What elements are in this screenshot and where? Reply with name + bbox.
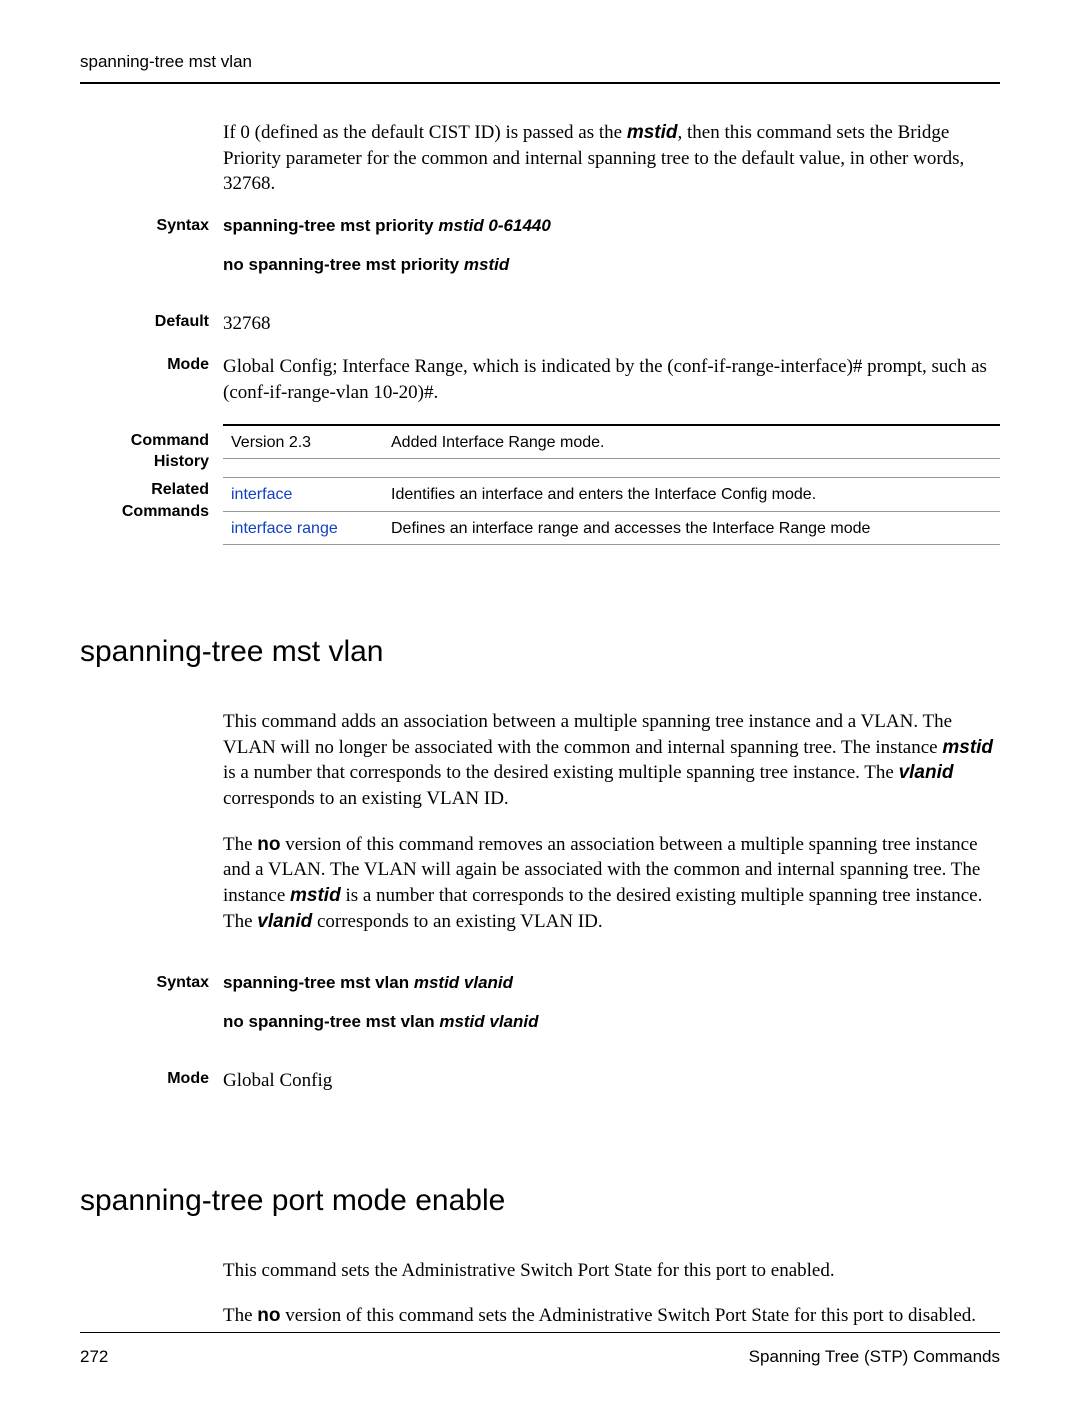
page-footer: 272 Spanning Tree (STP) Commands [80,1332,1000,1367]
syntax-row-priority: Syntax spanning-tree mst priority mstid … [80,215,1000,293]
section-title-port: spanning-tree port mode enable [80,1184,1000,1218]
syntax-line: spanning-tree mst priority mstid 0-61440 [223,215,1000,238]
intro-paragraph: If 0 (defined as the default CIST ID) is… [223,120,1000,197]
section-title-vlan: spanning-tree mst vlan [80,635,1000,669]
vlan-p1-row: This command adds an association between… [80,709,1000,954]
history-row: Command History Version 2.3 Added Interf… [80,424,1000,473]
vlan-paragraph-2: The no version of this command removes a… [223,832,1000,935]
intro-row: If 0 (defined as the default CIST ID) is… [80,120,1000,197]
footer-section: Spanning Tree (STP) Commands [749,1347,1000,1367]
default-row: Default 32768 [80,311,1000,337]
syntax-line: no spanning-tree mst vlan mstid vlanid [223,1011,1000,1034]
port-paragraph-1: This command sets the Administrative Swi… [223,1258,1000,1284]
link-interface[interactable]: interface [231,484,391,506]
arg-mstid: mstid [627,122,678,143]
label-related: Related Commands [80,477,223,545]
label-mode: Mode [80,354,223,405]
link-interface-range[interactable]: interface range [231,518,391,540]
default-value: 32768 [223,311,1000,337]
table-row: interface range Defines an interface ran… [223,511,1000,545]
table-row: Version 2.3 Added Interface Range mode. [223,426,1000,459]
related-row: Related Commands interface Identifies an… [80,477,1000,545]
label-syntax: Syntax [80,215,223,293]
mode-value-vlan: Global Config [223,1068,1000,1094]
related-table: interface Identifies an interface and en… [223,477,1000,545]
history-table: Version 2.3 Added Interface Range mode. [223,424,1000,460]
vlan-paragraph-1: This command adds an association between… [223,709,1000,812]
running-head: spanning-tree mst vlan [80,52,1000,84]
mode-row-vlan: Mode Global Config [80,1068,1000,1094]
label-syntax: Syntax [80,972,223,1050]
page-number: 272 [80,1347,108,1367]
label-mode: Mode [80,1068,223,1094]
mode-row: Mode Global Config; Interface Range, whi… [80,354,1000,405]
page: spanning-tree mst vlan If 0 (defined as … [0,0,1080,1407]
syntax-row-vlan: Syntax spanning-tree mst vlan mstid vlan… [80,972,1000,1050]
syntax-line: spanning-tree mst vlan mstid vlanid [223,972,1000,995]
syntax-line: no spanning-tree mst priority mstid [223,254,1000,277]
table-row: interface Identifies an interface and en… [223,478,1000,511]
port-paragraph-2: The no version of this command sets the … [223,1303,1000,1329]
label-history: Command History [80,424,223,473]
mode-value: Global Config; Interface Range, which is… [223,354,1000,405]
label-default: Default [80,311,223,337]
